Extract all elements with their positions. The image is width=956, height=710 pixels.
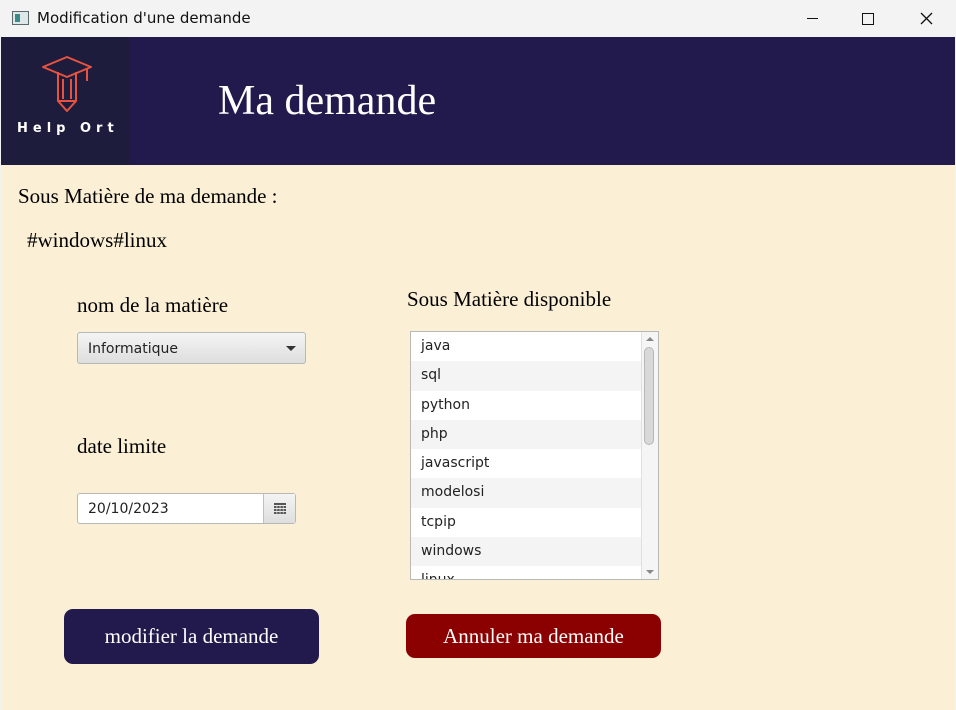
calendar-icon: [273, 503, 286, 514]
logo-text: Help Ort: [17, 121, 119, 136]
sous-matiere-disponible-label: Sous Matière disponible: [407, 287, 612, 311]
list-item[interactable]: sql: [411, 361, 643, 391]
list-scrollbar[interactable]: [641, 332, 658, 579]
chevron-down-icon: [286, 346, 296, 351]
date-label: date limite: [77, 434, 167, 458]
sous-matiere-label: Sous Matière de ma demande :: [18, 184, 278, 208]
matiere-combobox[interactable]: Informatique: [77, 332, 306, 364]
maximize-button[interactable]: [839, 0, 897, 37]
header-banner: Help Ort Ma demande: [1, 37, 955, 165]
minimize-button[interactable]: [783, 0, 841, 37]
sous-matiere-value: #windows#linux: [27, 228, 168, 252]
matiere-label: nom de la matière: [77, 293, 229, 317]
list-item[interactable]: java: [411, 332, 643, 361]
list-item[interactable]: windows: [411, 537, 643, 567]
title-bar: Modification d'une demande: [1, 0, 955, 37]
close-button[interactable]: [897, 0, 955, 37]
cancel-request-button[interactable]: Annuler ma demande: [406, 614, 661, 658]
logo: Help Ort: [1, 37, 129, 165]
window-title: Modification d'une demande: [37, 9, 251, 27]
list-item[interactable]: linux: [411, 566, 643, 579]
scrollbar-thumb[interactable]: [644, 347, 654, 445]
date-picker-button[interactable]: [263, 494, 295, 523]
graduation-pencil-logo: [42, 56, 92, 112]
list-item[interactable]: php: [411, 419, 643, 450]
close-icon: [920, 12, 932, 25]
scroll-down-arrow-icon[interactable]: [646, 570, 654, 574]
page-title: Ma demande: [218, 78, 437, 124]
matiere-selected-value: Informatique: [88, 341, 178, 357]
list-item[interactable]: modelosi: [411, 478, 643, 508]
list-item[interactable]: tcpip: [411, 508, 643, 537]
maximize-icon: [862, 12, 874, 25]
modify-request-button[interactable]: modifier la demande: [64, 609, 319, 664]
list-item[interactable]: javascript: [411, 449, 643, 478]
date-input[interactable]: [78, 494, 264, 523]
date-picker: [77, 493, 296, 524]
minimize-icon: [806, 18, 818, 19]
sous-matiere-list-items: java sql python php javascript modelosi …: [411, 332, 643, 579]
app-icon: [12, 11, 29, 25]
list-item[interactable]: python: [411, 391, 643, 420]
application-window: Modification d'une demande Help Ort Ma d…: [1, 0, 955, 710]
scroll-up-arrow-icon[interactable]: [646, 337, 654, 341]
sous-matiere-list[interactable]: java sql python php javascript modelosi …: [410, 331, 659, 580]
